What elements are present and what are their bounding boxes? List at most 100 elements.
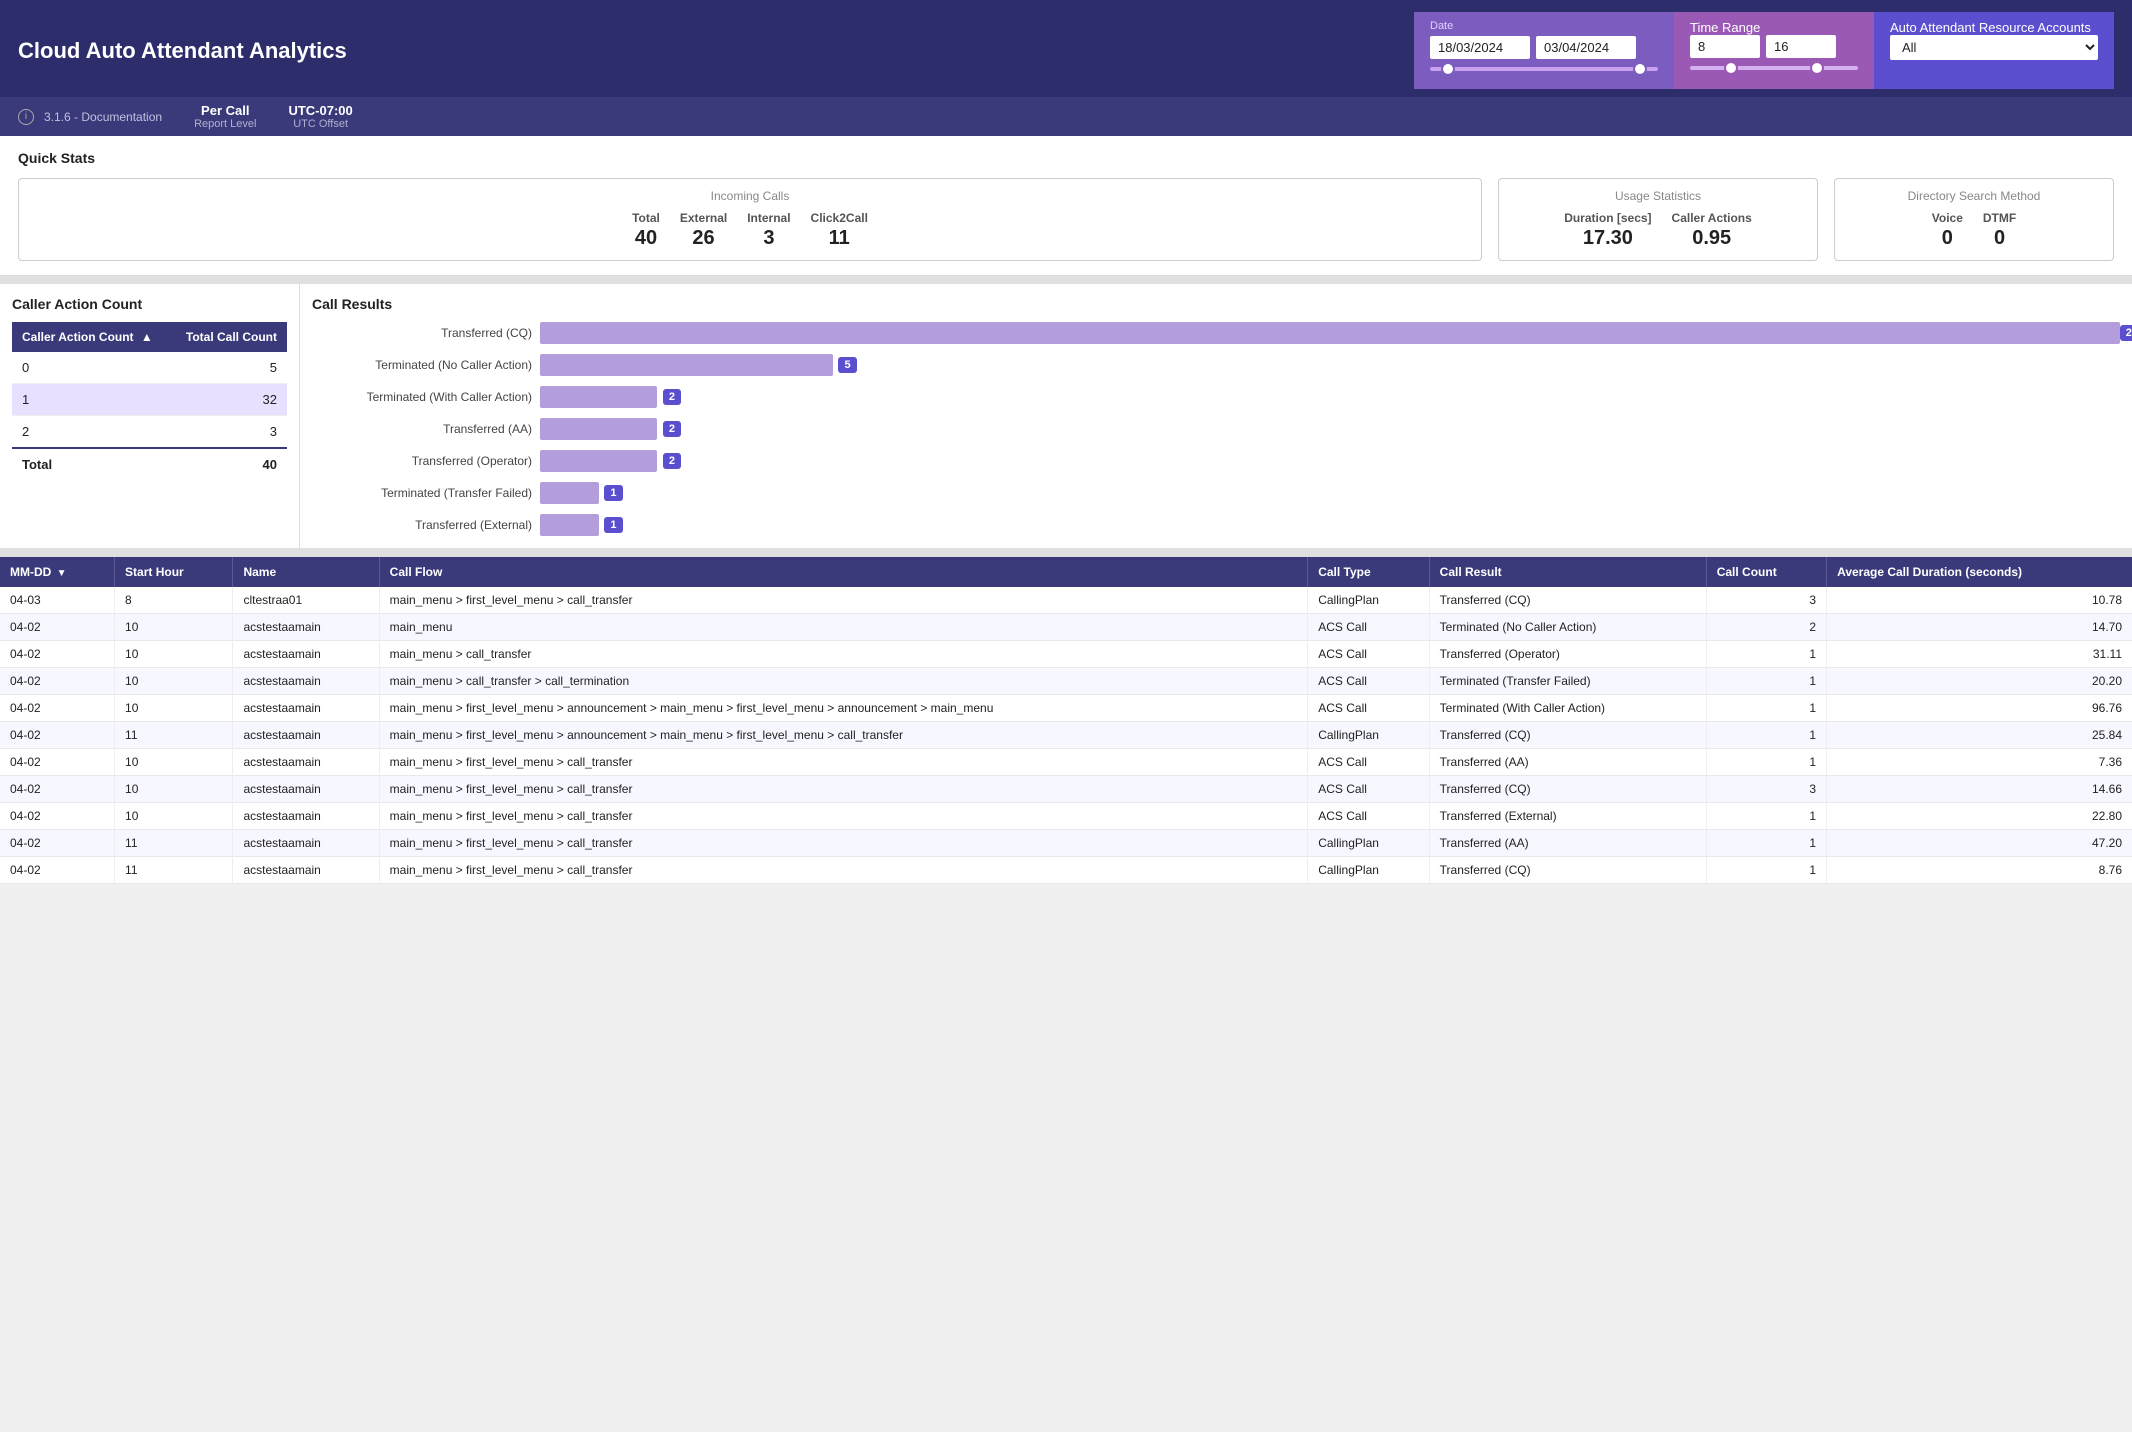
cell-type: CallingPlan [1308,857,1429,884]
date-slider-left[interactable] [1441,62,1455,76]
cell-name: acstestaamain [233,803,379,830]
table-row[interactable]: 04-02 11 acstestaamain main_menu > first… [0,857,2132,884]
cell-name: acstestaamain [233,830,379,857]
col-call-type[interactable]: Call Type [1308,557,1429,587]
voice-value: 0 [1932,227,1963,250]
cell-flow: main_menu > first_level_menu > announcem… [379,722,1308,749]
cell-count: 1 [1706,641,1826,668]
bar: 2 [540,450,657,472]
aa-section: Auto Attendant Resource Accounts All [1874,12,2114,89]
cell-result: Transferred (AA) [1429,749,1706,776]
voice-stat: Voice 0 [1932,211,1963,250]
caller-action-row[interactable]: 2 3 [12,416,287,449]
per-call-sub: Report Level [194,118,256,130]
click2call-label: Click2Call [811,211,868,225]
cell-mmdd: 04-02 [0,641,115,668]
cell-flow: main_menu > first_level_menu > announcem… [379,695,1308,722]
cell-name: acstestaamain [233,641,379,668]
app-title: Cloud Auto Attendant Analytics [18,38,347,64]
caller-action-row[interactable]: 1 32 [12,384,287,416]
table-row[interactable]: 04-02 10 acstestaamain main_menu > call_… [0,668,2132,695]
caller-action-row[interactable]: 0 5 [12,352,287,384]
caller-action-section: Caller Action Count Caller Action Count … [0,284,300,548]
cell-hour: 10 [115,614,233,641]
cell-type: CallingPlan [1308,722,1429,749]
time-inputs [1690,35,1858,58]
date-slider-track [1430,67,1658,71]
usage-stats-cols: Duration [secs] 17.30 Caller Actions 0.9… [1515,211,1801,250]
col-call-flow[interactable]: Call Flow [379,557,1308,587]
cell-avg: 14.66 [1827,776,2132,803]
bar: 2 [540,418,657,440]
caller-actions-label: Caller Actions [1672,211,1752,225]
col-avg-duration[interactable]: Average Call Duration (seconds) [1827,557,2132,587]
bar-row: Terminated (Transfer Failed) 1 [312,482,2120,504]
date-slider-right[interactable] [1633,62,1647,76]
col-call-count[interactable]: Call Count [1706,557,1826,587]
time-from-input[interactable] [1690,35,1760,58]
cell-type: ACS Call [1308,641,1429,668]
dtmf-stat: DTMF 0 [1983,211,2016,250]
table-row[interactable]: 04-02 10 acstestaamain main_menu > first… [0,803,2132,830]
external-stat: External 26 [680,211,727,250]
cell-type: CallingPlan [1308,587,1429,614]
total-value: 40 [632,227,660,250]
cell-mmdd: 04-03 [0,587,115,614]
cell-flow: main_menu > first_level_menu > call_tran… [379,749,1308,776]
cell-type: CallingPlan [1308,830,1429,857]
aa-label: Auto Attendant Resource Accounts [1890,20,2098,35]
table-row[interactable]: 04-02 10 acstestaamain main_menu > first… [0,749,2132,776]
col-call-result[interactable]: Call Result [1429,557,1706,587]
external-value: 26 [680,227,727,250]
cell-avg: 22.80 [1827,803,2132,830]
sort-asc-icon[interactable]: ▲ [141,330,153,344]
utc-sub: UTC Offset [288,118,352,130]
time-slider-left[interactable] [1724,61,1738,75]
cell-type: ACS Call [1308,776,1429,803]
duration-stat: Duration [secs] 17.30 [1564,211,1651,250]
count-cell: 5 [170,352,287,384]
action-cell: 0 [12,352,170,384]
utc-label: UTC-07:00 [288,103,352,118]
table-row[interactable]: 04-02 11 acstestaamain main_menu > first… [0,830,2132,857]
cell-name: acstestaamain [233,749,379,776]
col-mmdd[interactable]: MM-DD ▼ [0,557,115,587]
cell-result: Transferred (CQ) [1429,776,1706,803]
bar-label: Terminated (Transfer Failed) [312,486,532,500]
time-slider-right[interactable] [1810,61,1824,75]
incoming-stats-cols: Total 40 External 26 Internal 3 Click2Ca… [35,211,1465,250]
cell-mmdd: 04-02 [0,614,115,641]
table-row[interactable]: 04-02 10 acstestaamain main_menu > call_… [0,641,2132,668]
date-from-input[interactable] [1430,36,1530,59]
cell-hour: 11 [115,722,233,749]
cell-avg: 8.76 [1827,857,2132,884]
cell-count: 1 [1706,695,1826,722]
table-row[interactable]: 04-02 10 acstestaamain main_menu > first… [0,695,2132,722]
count-cell: 32 [170,384,287,416]
col-start-hour[interactable]: Start Hour [115,557,233,587]
total-value-cell: 40 [170,448,287,480]
cell-hour: 10 [115,641,233,668]
table-row[interactable]: 04-03 8 cltestraa01 main_menu > first_le… [0,587,2132,614]
sort-mmdd-icon[interactable]: ▼ [57,568,67,579]
table-row[interactable]: 04-02 10 acstestaamain main_menu > first… [0,776,2132,803]
table-row[interactable]: 04-02 11 acstestaamain main_menu > first… [0,722,2132,749]
table-row[interactable]: 04-02 10 acstestaamain main_menu ACS Cal… [0,614,2132,641]
time-to-input[interactable] [1766,35,1836,58]
col-count: Total Call Count [170,322,287,352]
col-name[interactable]: Name [233,557,379,587]
bar-container: 2 [540,418,2120,440]
cell-result: Terminated (Transfer Failed) [1429,668,1706,695]
table-header-row: MM-DD ▼ Start Hour Name Call Flow Call T… [0,557,2132,587]
date-inputs [1430,36,1658,59]
aa-select[interactable]: All [1890,35,2098,60]
cell-hour: 10 [115,695,233,722]
cell-flow: main_menu > first_level_menu > call_tran… [379,857,1308,884]
cell-result: Transferred (CQ) [1429,722,1706,749]
usage-stats-group: Usage Statistics Duration [secs] 17.30 C… [1498,178,1818,261]
bar: 1 [540,514,599,536]
cell-type: ACS Call [1308,614,1429,641]
bar-container: 2 [540,386,2120,408]
internal-stat: Internal 3 [747,211,790,250]
date-to-input[interactable] [1536,36,1636,59]
